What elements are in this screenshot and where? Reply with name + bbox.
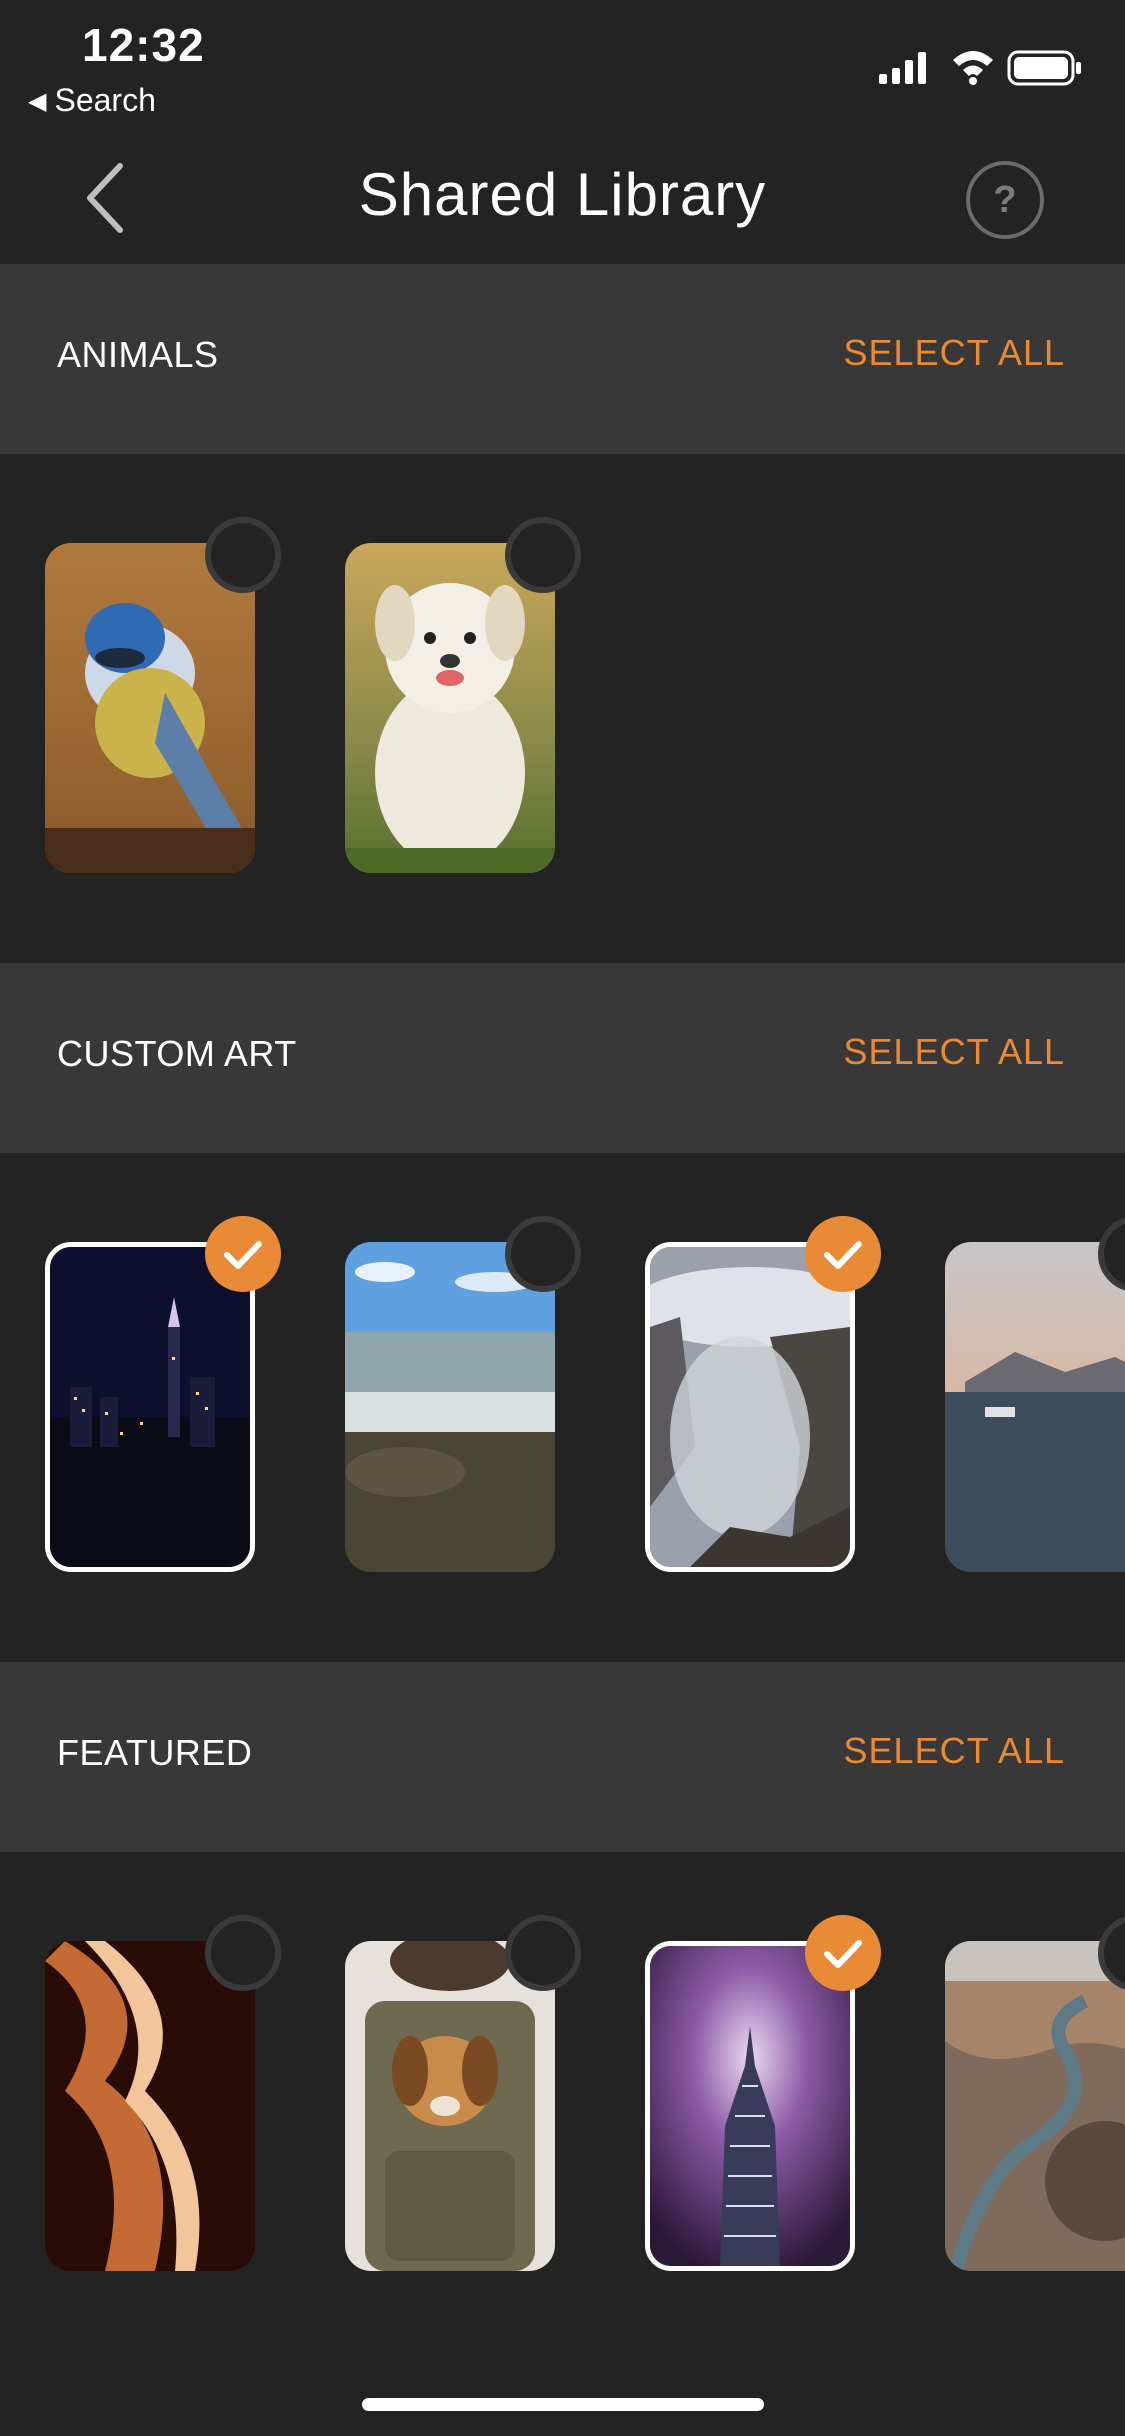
select-all-button[interactable]: SELECT ALL [844,1031,1065,1073]
bird-image [45,543,255,873]
page-title: Shared Library [358,161,767,228]
help-button[interactable]: ? [966,161,1044,239]
thumbnail-puppy-backpack[interactable] [345,1941,555,2271]
select-all-button[interactable]: SELECT ALL [844,332,1065,374]
status-icons [879,50,1081,86]
section-title: CUSTOM ART [57,1033,297,1074]
canyon-rock-image [45,1941,255,2271]
select-checkbox-checked[interactable] [205,1216,281,1292]
thumbnail-canyon-rock[interactable] [45,1941,255,2271]
battery-icon [1007,50,1081,86]
ocean-image [345,1242,555,1572]
thumbnail-river-canyon[interactable] [945,1941,1125,2271]
thumbnail-ocean-shore[interactable] [345,1242,555,1572]
home-indicator[interactable] [362,2398,764,2411]
select-checkbox-checked[interactable] [805,1216,881,1292]
status-bar: 12:32 ◀ Search [0,0,1125,130]
select-checkbox[interactable] [505,1216,581,1292]
section-header-featured: FEATURED SELECT ALL [0,1662,1125,1852]
checkmark-icon [824,1241,862,1269]
bay-image [945,1242,1125,1572]
thumbnail-white-puppy[interactable] [345,543,555,873]
select-checkbox[interactable] [505,1915,581,1991]
skyscraper-image [650,1946,850,2266]
misty-cliffs-image [650,1247,850,1567]
select-checkbox[interactable] [205,1915,281,1991]
puppy-image [345,543,555,873]
select-checkbox-checked[interactable] [805,1915,881,1991]
back-app-label: Search [54,82,156,118]
back-to-app-link[interactable]: ◀ Search [28,82,156,119]
status-time: 12:32 [82,19,205,71]
select-checkbox[interactable] [205,517,281,593]
wifi-icon [953,51,993,85]
back-triangle-icon: ◀ [28,88,47,115]
thumbnail-bay-boat[interactable] [945,1242,1125,1572]
checkmark-icon [224,1241,262,1269]
checkmark-icon [824,1940,862,1968]
puppy-backpack-image [345,1941,555,2271]
river-canyon-image [945,1941,1125,2271]
signal-icon [879,52,926,84]
nav-bar: Shared Library ? [0,130,1125,265]
select-checkbox[interactable] [505,517,581,593]
city-night-image [50,1247,250,1567]
section-title: ANIMALS [57,334,219,375]
section-title: FEATURED [57,1732,253,1773]
section-header-animals: ANIMALS SELECT ALL [0,264,1125,454]
thumbnail-blue-tit[interactable] [45,543,255,873]
select-all-button[interactable]: SELECT ALL [844,1730,1065,1772]
section-header-custom-art: CUSTOM ART SELECT ALL [0,963,1125,1153]
